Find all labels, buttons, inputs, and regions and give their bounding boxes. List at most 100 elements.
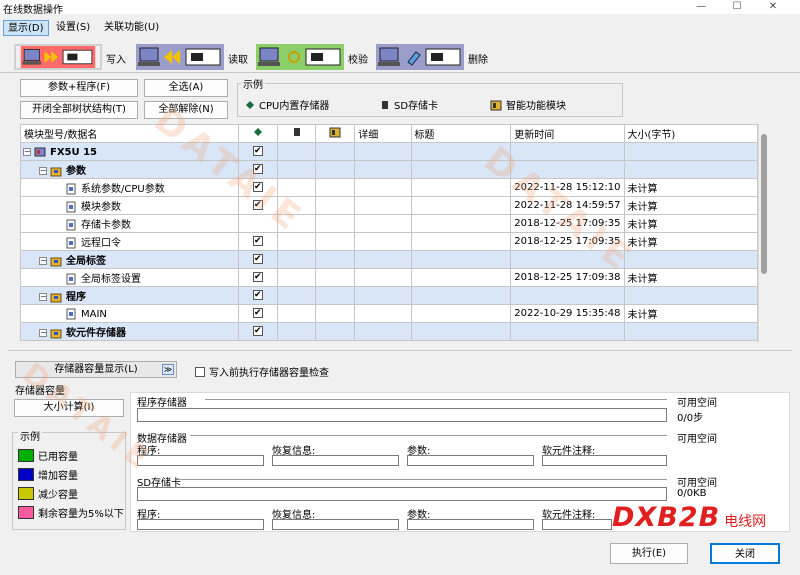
cpu-write-checkbox[interactable]: ✔ (252, 272, 263, 282)
menu-display[interactable]: 显示(D) (3, 20, 49, 36)
data-program-bar (137, 455, 264, 466)
row-name-cell[interactable]: − 软元件存储器 (20, 322, 239, 341)
row-name-cell[interactable]: MAIN (20, 304, 239, 323)
folder-icon (50, 327, 62, 339)
updated-time-cell (510, 322, 625, 341)
intelligent-column-cell (315, 268, 356, 287)
legend-intelligent-label: 智能功能模块 (506, 101, 566, 112)
sd-card-bar (137, 487, 667, 501)
cpu-column-cell[interactable]: ✔ (237, 304, 278, 323)
tree-collapse-icon[interactable]: − (23, 147, 31, 156)
item-icon (65, 219, 77, 231)
title-cell (410, 304, 512, 323)
precheck-label: 写入前执行存储器容量检查 (209, 368, 329, 379)
title-cell (410, 232, 512, 251)
row-name-cell[interactable]: 存储卡参数 (20, 214, 239, 233)
intelligent-module-icon (490, 99, 502, 111)
folder-icon (50, 165, 62, 177)
capacity-legend-label: 剩余容量为5%以下 (38, 509, 124, 520)
cpu-write-checkbox[interactable]: ✔ (252, 326, 263, 336)
cpu-column-cell[interactable]: ✔ (237, 286, 278, 305)
col-header-updated[interactable]: 更新时间 (510, 124, 625, 143)
detail-cell (354, 304, 412, 323)
execute-button[interactable]: 执行(E) (610, 543, 688, 564)
menu-settings[interactable]: 设置(S) (52, 20, 94, 36)
table-row[interactable]: 存储卡参数 2018-12-25 17:09:35 未计算 (20, 214, 759, 233)
tree-collapse-icon[interactable]: − (39, 167, 47, 175)
tree-collapse-icon[interactable]: − (39, 329, 47, 337)
table-scrollbar-thumb[interactable] (761, 134, 767, 274)
window-title: 在线数据操作 (3, 5, 63, 16)
cpu-column-cell[interactable]: ✔ (237, 268, 278, 287)
detail-cell (354, 232, 412, 251)
title-cell (410, 322, 512, 341)
col-header-detail[interactable]: 详细 (354, 124, 412, 143)
cpu-write-checkbox[interactable]: ✔ (252, 290, 263, 300)
updated-time-cell (510, 286, 625, 305)
expand-all-button[interactable]: 开闭全部树状结构(T) (20, 101, 138, 119)
table-row[interactable]: − 全局标签 ✔ (20, 250, 759, 269)
table-row[interactable]: 全局标签设置 ✔ 2018-12-25 17:09:38 未计算 (20, 268, 759, 287)
program-free-label: 可用空间 (677, 398, 717, 409)
row-name-cell[interactable]: 全局标签设置 (20, 268, 239, 287)
tab-read[interactable]: 读取 (136, 44, 254, 70)
sd-card-rule (180, 479, 667, 480)
operation-tabs: 写入 读取 校验 删除 (0, 41, 800, 73)
row-name-cell[interactable]: 系统参数/CPU参数 (20, 178, 239, 197)
intelligent-column-cell (315, 160, 356, 179)
item-icon (65, 201, 77, 213)
minimize-button[interactable]: — (686, 0, 716, 14)
cpu-write-checkbox[interactable]: ✔ (252, 254, 263, 264)
col-header-cpu[interactable] (237, 124, 278, 143)
table-row[interactable]: − FX5U 15 ✔ (20, 142, 759, 161)
legend-sd-label: SD存储卡 (394, 101, 439, 112)
sd-program-bar (137, 519, 264, 530)
col-header-intelligent[interactable] (315, 124, 356, 143)
close-window-button[interactable]: ✕ (758, 0, 788, 14)
tab-write[interactable]: 写入 (14, 44, 134, 70)
tree-collapse-icon[interactable]: − (39, 257, 47, 265)
cpu-column-cell[interactable]: ✔ (237, 322, 278, 341)
title-cell (410, 286, 512, 305)
table-row[interactable]: 远程口令 ✔ 2018-12-25 17:09:35 未计算 (20, 232, 759, 251)
table-row[interactable]: 模块参数 ✔ 2022-11-28 14:59:57 未计算 (20, 196, 759, 215)
maximize-button[interactable]: ☐ (722, 0, 752, 14)
item-icon (65, 237, 77, 249)
tab-verify[interactable]: 校验 (256, 44, 374, 70)
col-header-title[interactable]: 标题 (410, 124, 512, 143)
cpu-column-cell[interactable]: ✔ (237, 250, 278, 269)
sd-column-cell (276, 286, 317, 305)
capacity-legend-item: 增加容量 (18, 467, 78, 482)
select-all-button[interactable]: 全选(A) (144, 79, 228, 97)
size-cell (623, 142, 759, 161)
table-row[interactable]: 系统参数/CPU参数 ✔ 2022-11-28 15:12:10 未计算 (20, 178, 759, 197)
table-row[interactable]: − 软元件存储器 ✔ (20, 322, 759, 341)
chevron-down-icon: ≫ (162, 364, 174, 375)
row-name-cell[interactable]: 远程口令 (20, 232, 239, 251)
cpu-write-checkbox[interactable]: ✔ (252, 146, 263, 156)
tree-collapse-icon[interactable]: − (39, 293, 47, 301)
table-row[interactable]: MAIN ✔ 2022-10-29 15:35:48 未计算 (20, 304, 759, 323)
precheck-option[interactable]: 写入前执行存储器容量检查 (195, 364, 329, 379)
table-row[interactable]: − 参数 ✔ (20, 160, 759, 179)
row-name-cell[interactable]: 模块参数 (20, 196, 239, 215)
legend-color-swatch (18, 449, 34, 462)
row-name-cell[interactable]: − 全局标签 (20, 250, 239, 269)
table-row[interactable]: − 程序 ✔ (20, 286, 759, 305)
tab-delete[interactable]: 删除 (376, 44, 494, 70)
row-name: 存储卡参数 (81, 220, 131, 231)
cpu-write-checkbox[interactable]: ✔ (252, 236, 263, 246)
cpu-column-cell[interactable]: ✔ (237, 232, 278, 251)
menu-related-functions[interactable]: 关联功能(U) (100, 20, 163, 36)
row-name-cell[interactable]: − 程序 (20, 286, 239, 305)
tab-delete-label: 删除 (468, 55, 488, 66)
intelligent-column-cell (315, 304, 356, 323)
program-free-value: 0/0步 (677, 413, 704, 424)
cpu-write-checkbox[interactable]: ✔ (252, 308, 263, 318)
watermark-suffix: 电线网 (724, 514, 767, 530)
precheck-checkbox[interactable] (195, 366, 205, 377)
col-header-size[interactable]: 大小(字节) (623, 124, 759, 143)
col-header-sd[interactable] (276, 124, 317, 143)
param-program-button[interactable]: 参数+程序(F) (20, 79, 138, 97)
close-button[interactable]: 关闭 (710, 543, 780, 564)
